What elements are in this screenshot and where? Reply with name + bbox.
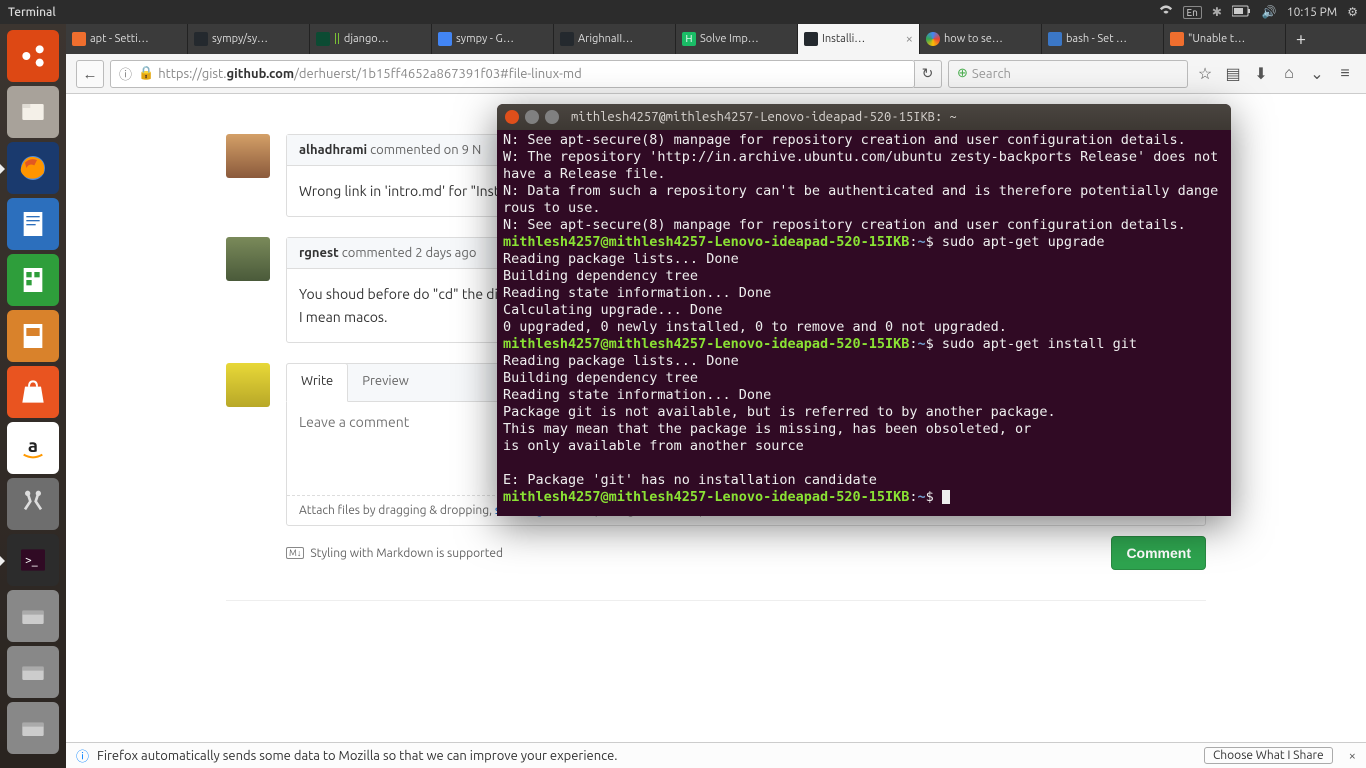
tab-8[interactable]: bash - Set … — [1042, 24, 1164, 54]
launcher-settings[interactable] — [7, 478, 59, 530]
launcher-files[interactable] — [7, 86, 59, 138]
launcher-terminal[interactable]: >_ — [7, 534, 59, 586]
terminal-title: mithlesh4257@mithlesh4257-Lenovo-ideapad… — [571, 110, 957, 124]
window-minimize-button[interactable] — [525, 110, 539, 124]
launcher-dash[interactable] — [7, 30, 59, 82]
address-bar[interactable]: ⓘ 🔒 https://gist.github.com/derhuerst/1b… — [110, 60, 915, 88]
tab-9[interactable]: "Unable t… — [1164, 24, 1286, 54]
launcher-writer[interactable] — [7, 198, 59, 250]
search-box[interactable]: ⊕Search — [948, 60, 1188, 88]
svg-text:>_: >_ — [25, 554, 38, 567]
pocket-icon[interactable]: ⌄ — [1306, 63, 1328, 85]
menu-icon[interactable]: ≡ — [1334, 63, 1356, 85]
tab-7[interactable]: how to se… — [920, 24, 1042, 54]
unity-launcher: a >_ — [0, 24, 66, 768]
close-icon[interactable]: × — [1349, 749, 1356, 763]
system-topbar: Terminal En ✱ 🔊 10:15 PM ⚙ — [0, 0, 1366, 24]
launcher-disk-2[interactable] — [7, 646, 59, 698]
close-icon[interactable]: × — [906, 32, 913, 46]
launcher-amazon[interactable]: a — [7, 422, 59, 474]
tab-3[interactable]: sympy - G… — [432, 24, 554, 54]
tab-4[interactable]: ArighnaII… — [554, 24, 676, 54]
avatar[interactable] — [226, 237, 270, 281]
notification-action-button[interactable]: Choose What I Share — [1204, 747, 1333, 764]
comment-button[interactable]: Comment — [1111, 536, 1206, 570]
back-button[interactable]: ← — [76, 60, 104, 88]
clock[interactable]: 10:15 PM — [1287, 6, 1337, 19]
bluetooth-icon[interactable]: ✱ — [1212, 5, 1222, 19]
markdown-icon: M↓ — [286, 547, 304, 559]
gear-icon[interactable]: ⚙ — [1347, 5, 1358, 19]
markdown-hint: M↓Styling with Markdown is supported — [286, 547, 503, 560]
terminal-titlebar[interactable]: mithlesh4257@mithlesh4257-Lenovo-ideapad… — [497, 104, 1231, 130]
toolbar: ← ⓘ 🔒 https://gist.github.com/derhuerst/… — [66, 54, 1366, 94]
window-title: Terminal — [8, 6, 56, 19]
launcher-software[interactable] — [7, 366, 59, 418]
library-icon[interactable]: ▤ — [1222, 63, 1244, 85]
launcher-firefox[interactable] — [7, 142, 59, 194]
wifi-icon[interactable] — [1159, 4, 1173, 21]
avatar[interactable] — [226, 134, 270, 178]
notification-bar: ⓘ Firefox automatically sends some data … — [66, 742, 1366, 768]
system-tray[interactable]: En ✱ 🔊 10:15 PM ⚙ — [1159, 4, 1359, 21]
tab-0[interactable]: apt - Setti… — [66, 24, 188, 54]
notification-text: Firefox automatically sends some data to… — [97, 749, 617, 763]
terminal-window[interactable]: mithlesh4257@mithlesh4257-Lenovo-ideapad… — [497, 104, 1231, 516]
tab-strip: apt - Setti… sympy/sy… || django… sympy … — [66, 24, 1366, 54]
lock-icon: 🔒 — [138, 66, 154, 81]
launcher-disk-3[interactable] — [7, 702, 59, 754]
reload-button[interactable]: ↻ — [914, 60, 942, 88]
battery-icon[interactable] — [1232, 5, 1252, 20]
downloads-icon[interactable]: ⬇ — [1250, 63, 1272, 85]
info-icon[interactable]: ⓘ — [119, 64, 132, 83]
tab-preview[interactable]: Preview — [348, 364, 423, 401]
info-icon: ⓘ — [76, 746, 89, 765]
launcher-disk-1[interactable] — [7, 590, 59, 642]
volume-icon[interactable]: 🔊 — [1262, 5, 1277, 19]
avatar[interactable] — [226, 363, 270, 407]
language-indicator[interactable]: En — [1183, 6, 1202, 19]
window-close-button[interactable] — [505, 110, 519, 124]
window-maximize-button[interactable] — [545, 110, 559, 124]
search-icon: ⊕ — [957, 66, 968, 81]
tab-write[interactable]: Write — [286, 363, 348, 402]
tab-1[interactable]: sympy/sy… — [188, 24, 310, 54]
launcher-impress[interactable] — [7, 310, 59, 362]
new-tab-button[interactable]: + — [1286, 24, 1316, 54]
tab-6[interactable]: Installi…× — [798, 24, 920, 54]
tab-5[interactable]: HSolve Imp… — [676, 24, 798, 54]
tab-2[interactable]: || django… — [310, 24, 432, 54]
terminal-output[interactable]: N: See apt-secure(8) manpage for reposit… — [497, 130, 1231, 516]
launcher-calc[interactable] — [7, 254, 59, 306]
bookmark-star-icon[interactable]: ☆ — [1194, 63, 1216, 85]
home-icon[interactable]: ⌂ — [1278, 63, 1300, 85]
svg-text:a: a — [28, 435, 38, 456]
